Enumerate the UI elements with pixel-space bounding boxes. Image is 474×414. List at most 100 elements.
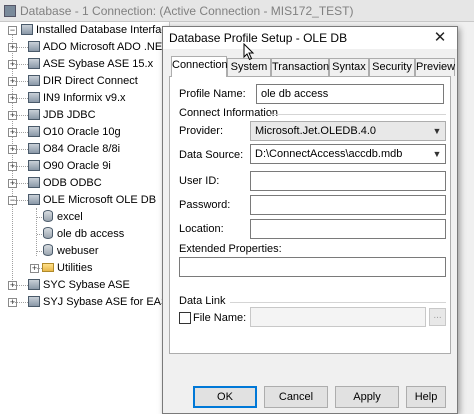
- help-button[interactable]: Help: [406, 386, 446, 408]
- tree-item[interactable]: Utilities: [42, 260, 92, 277]
- tree-line: [13, 302, 28, 303]
- tree-item[interactable]: ADO Microsoft ADO .NET: [28, 39, 169, 56]
- app-title-bar: Database - 1 Connection: (Active Connect…: [0, 0, 474, 22]
- data-source-value: D:\ConnectAccess\accdb.mdb: [255, 148, 403, 160]
- location-input[interactable]: [250, 219, 446, 239]
- database-icon: [28, 92, 40, 103]
- tree-line: [13, 98, 28, 99]
- browse-button[interactable]: ...: [429, 308, 446, 326]
- db-profile-icon: [43, 210, 53, 222]
- tree-item[interactable]: O10 Oracle 10g: [28, 124, 121, 141]
- file-name-checkbox[interactable]: [179, 312, 191, 324]
- tree-line: [13, 183, 28, 184]
- tree-item-label: Utilities: [57, 262, 93, 274]
- file-name-input[interactable]: [250, 307, 426, 327]
- provider-value: Microsoft.Jet.OLEDB.4.0: [255, 125, 377, 137]
- tree-line: [13, 64, 28, 65]
- tree-item-label: excel: [57, 211, 83, 223]
- database-icon: [28, 296, 40, 307]
- tree-item-label: DIR Direct Connect: [43, 75, 138, 87]
- database-icon: [28, 58, 40, 69]
- tree-line: [13, 149, 28, 150]
- tab-preview[interactable]: Preview: [415, 58, 455, 76]
- tree-line: [13, 166, 28, 167]
- db-profile-icon: [43, 244, 53, 256]
- provider-dropdown[interactable]: Microsoft.Jet.OLEDB.4.0 ▼: [250, 121, 446, 141]
- tree-item-label: SYJ Sybase ASE for EAServer: [43, 296, 169, 308]
- tree-item-label: JDB JDBC: [43, 109, 96, 121]
- tree-line: [13, 285, 28, 286]
- database-icon: [28, 126, 40, 137]
- provider-label: Provider:: [179, 125, 224, 137]
- tree-item[interactable]: ASE Sybase ASE 15.x: [28, 56, 153, 73]
- ok-button[interactable]: OK: [193, 386, 257, 408]
- tree-item[interactable]: DIR Direct Connect: [28, 73, 138, 90]
- group-divider: [270, 114, 446, 115]
- tree-item-label: O10 Oracle 10g: [43, 126, 121, 138]
- database-tree[interactable]: − Installed Database Interfaces ADO Micr…: [0, 22, 170, 414]
- apply-button[interactable]: Apply: [335, 386, 399, 408]
- tab-strip: Connection System Transaction Syntax Sec…: [169, 56, 455, 77]
- tree-line: [37, 217, 42, 218]
- database-icon: [28, 41, 40, 52]
- dialog-title: Database Profile Setup - OLE DB: [169, 31, 348, 45]
- tree-item[interactable]: JDB JDBC: [28, 107, 96, 124]
- tree-item[interactable]: O84 Oracle 8/8i: [28, 141, 120, 158]
- tab-syntax[interactable]: Syntax: [329, 58, 369, 76]
- data-source-dropdown[interactable]: D:\ConnectAccess\accdb.mdb ▼: [250, 144, 446, 164]
- tree-item-label: SYC Sybase ASE: [43, 279, 130, 291]
- tree-item[interactable]: ole db access: [42, 226, 124, 243]
- tree-item[interactable]: SYJ Sybase ASE for EAServer: [28, 294, 169, 311]
- tree-item-label: IN9 Informix v9.x: [43, 92, 126, 104]
- tree-item-label: ASE Sybase ASE 15.x: [43, 58, 154, 70]
- dialog-title-bar: Database Profile Setup - OLE DB ✕: [163, 27, 457, 49]
- app-title: Database - 1 Connection: (Active Connect…: [20, 4, 354, 18]
- tree-line: [13, 115, 28, 116]
- database-icon: [28, 75, 40, 86]
- tree-line: [13, 47, 28, 48]
- file-name-label: File Name:: [193, 312, 247, 324]
- database-interfaces-icon: [21, 24, 33, 35]
- user-id-input[interactable]: [250, 171, 446, 191]
- tree-item-label: webuser: [57, 245, 99, 257]
- database-icon: [28, 160, 40, 171]
- tree-item[interactable]: webuser: [42, 243, 99, 260]
- chevron-down-icon: ▼: [432, 149, 442, 159]
- tree-item[interactable]: O90 Oracle 9i: [28, 158, 111, 175]
- profile-name-label: Profile Name:: [179, 88, 246, 100]
- location-label: Location:: [179, 223, 224, 235]
- tree-item-label: O84 Oracle 8/8i: [43, 143, 121, 155]
- tree-item[interactable]: ODB ODBC: [28, 175, 102, 192]
- tree-line: [37, 251, 42, 252]
- database-icon: [28, 194, 40, 205]
- extended-properties-input[interactable]: [179, 257, 446, 277]
- tree-line: [13, 200, 28, 201]
- tree-root-label: Installed Database Interfaces: [36, 24, 170, 36]
- password-input[interactable]: [250, 195, 446, 215]
- tree-item-label: O90 Oracle 9i: [43, 160, 111, 172]
- connect-info-group-label: Connect Information: [179, 107, 279, 119]
- cancel-button[interactable]: Cancel: [264, 386, 328, 408]
- tab-connection[interactable]: Connection: [171, 56, 228, 77]
- tab-transaction[interactable]: Transaction: [271, 58, 329, 76]
- tree-item[interactable]: SYC Sybase ASE: [28, 277, 130, 294]
- tab-security[interactable]: Security: [369, 58, 415, 76]
- data-source-label: Data Source:: [179, 149, 244, 161]
- tree-item[interactable]: OLE Microsoft OLE DB: [28, 192, 156, 209]
- tree-line: [37, 268, 42, 269]
- tree-item[interactable]: excel: [42, 209, 83, 226]
- tree-line: [12, 35, 13, 284]
- database-icon: [28, 143, 40, 154]
- user-id-label: User ID:: [179, 175, 220, 187]
- tree-root[interactable]: Installed Database Interfaces: [21, 22, 170, 39]
- close-icon[interactable]: ✕: [427, 28, 453, 48]
- root-expander[interactable]: −: [8, 26, 17, 35]
- tree-item[interactable]: IN9 Informix v9.x: [28, 90, 126, 107]
- data-link-group-label: Data Link: [179, 295, 226, 307]
- tree-item-label: ADO Microsoft ADO .NET: [43, 41, 169, 53]
- tree-line: [13, 132, 28, 133]
- group-divider: [230, 302, 446, 303]
- mouse-cursor-icon: [243, 43, 255, 61]
- tree-line: [13, 81, 28, 82]
- profile-name-input[interactable]: ole db access: [256, 84, 444, 104]
